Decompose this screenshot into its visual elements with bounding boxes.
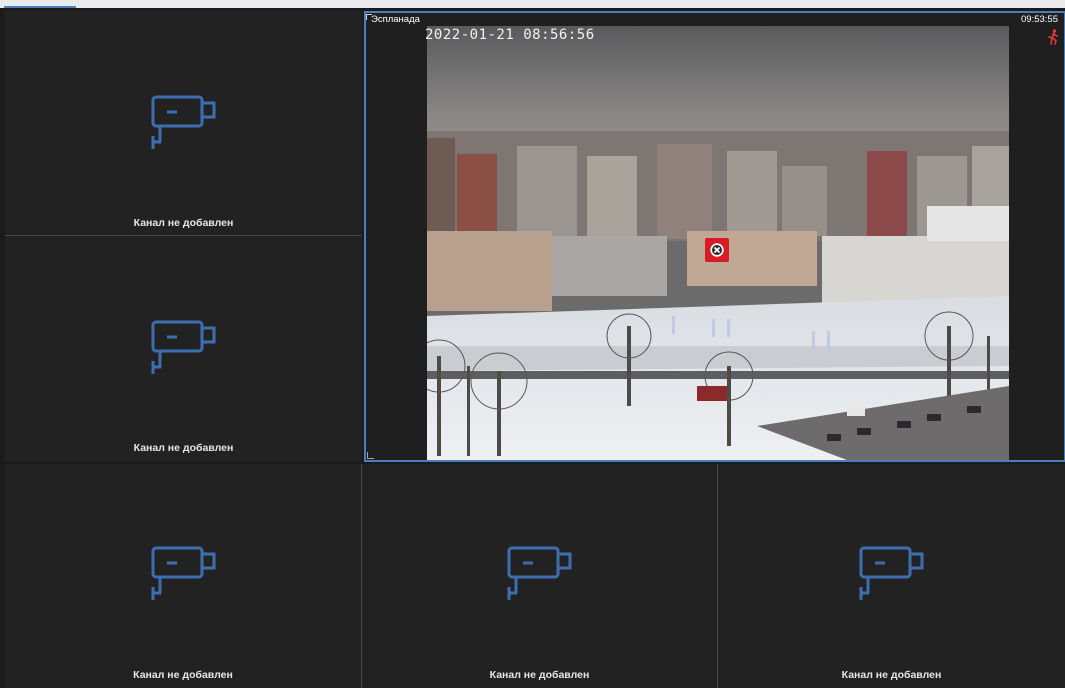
channel-cell-2[interactable]: Канал не добавлен [5, 236, 362, 461]
live-channel-view[interactable]: Эспланада 09:53:55 2022-01-21 08:56:56 [364, 11, 1065, 462]
channel-status-label: Канал не добавлен [841, 669, 942, 681]
channel-time: 09:53:55 [1021, 14, 1058, 25]
channel-cell-1[interactable]: Канал не добавлен [5, 11, 362, 235]
channel-cell-4[interactable]: Канал не добавлен [362, 464, 717, 688]
camera-icon [151, 320, 216, 374]
camera-icon [507, 546, 572, 600]
camera-osd-timestamp: 2022-01-21 08:56:56 [425, 27, 595, 43]
channel-cell-5[interactable]: Канал не добавлен [718, 464, 1065, 688]
channel-name: Эспланада [371, 14, 420, 25]
running-person-icon [1048, 29, 1058, 45]
channel-status-label: Канал не добавлен [133, 669, 233, 681]
channel-status-label: Канал не добавлен [133, 442, 234, 454]
camera-icon [859, 546, 924, 600]
close-circle-icon [710, 243, 724, 257]
channel-status-label: Канал не добавлен [133, 217, 234, 229]
top-bar [0, 0, 1065, 8]
camera-icon [151, 546, 216, 600]
close-button[interactable] [705, 238, 729, 262]
corner-marker [367, 452, 374, 459]
camera-icon [151, 95, 216, 149]
channel-cell-3[interactable]: Канал не добавлен [5, 464, 361, 688]
top-bar-accent [4, 6, 76, 8]
channel-status-label: Канал не добавлен [489, 669, 590, 681]
